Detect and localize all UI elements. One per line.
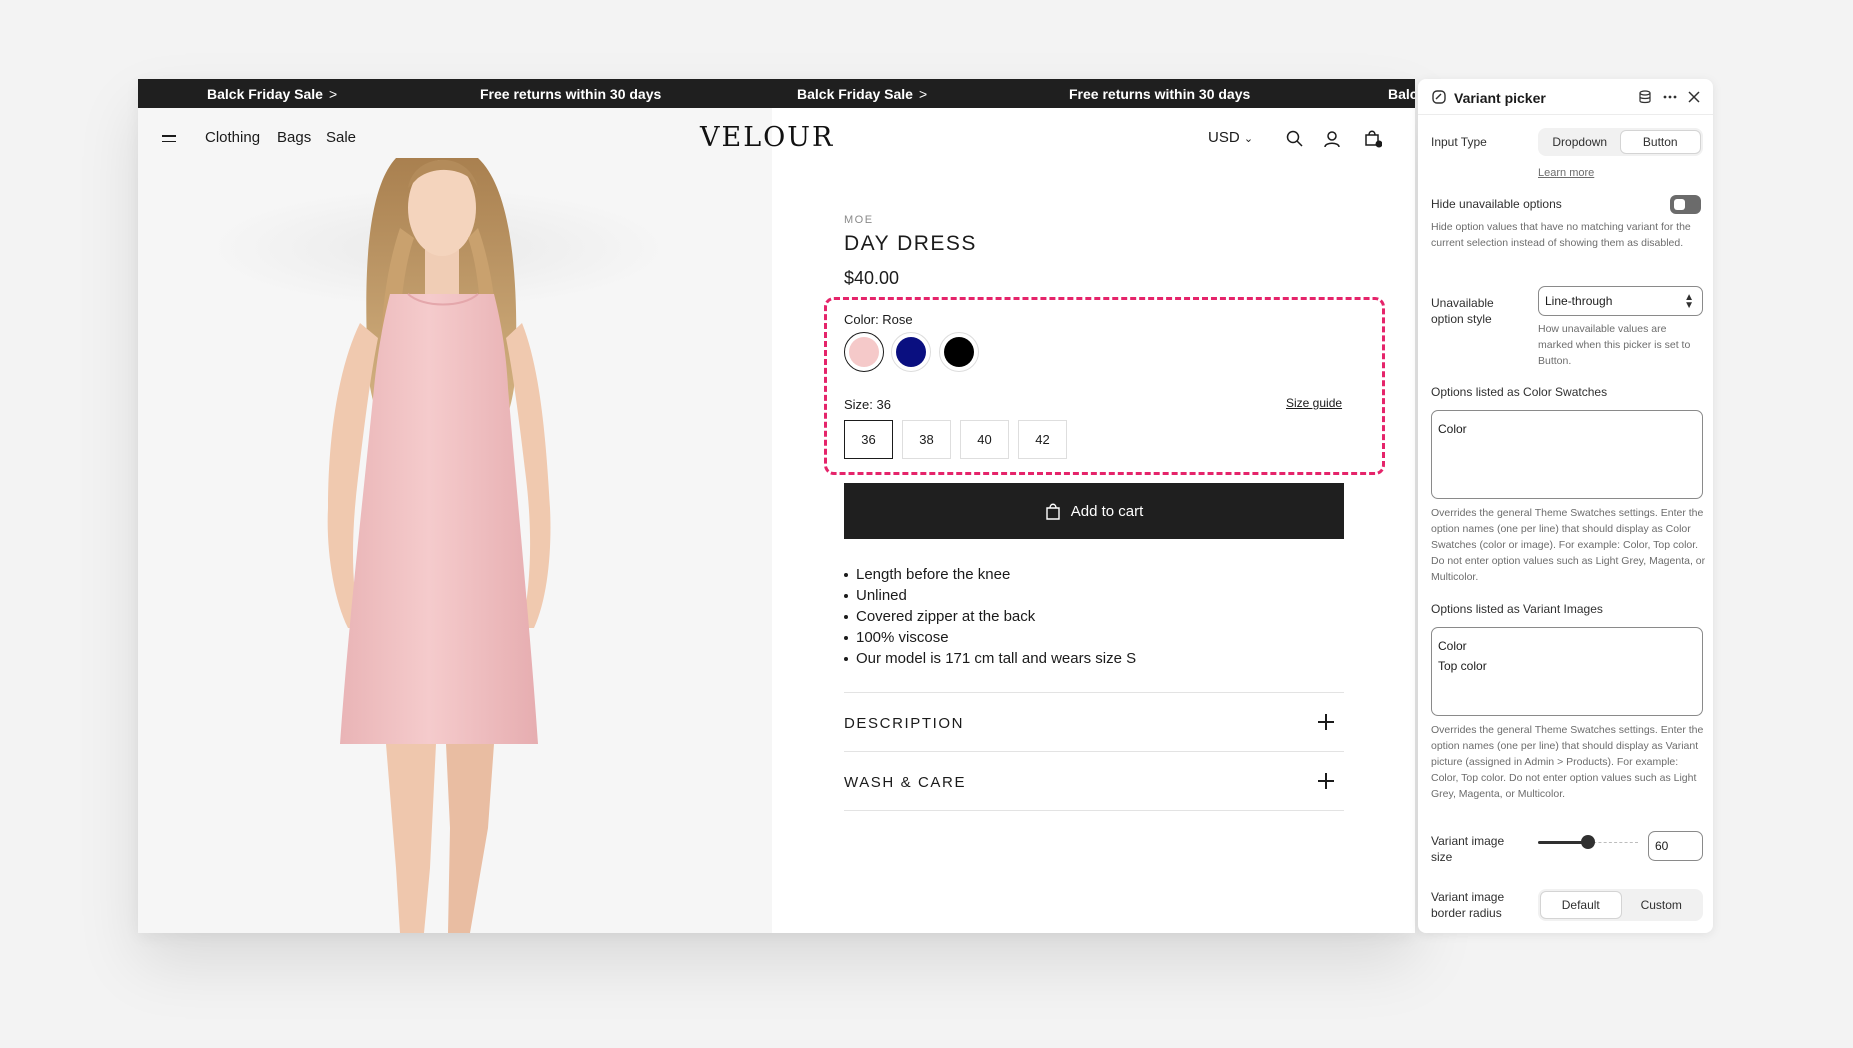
size-guide-link[interactable]: Size guide [1286,396,1342,410]
divider [844,810,1344,811]
unavailable-style-help: How unavailable values are marked when t… [1538,323,1691,367]
input-type-label: Input Type [1431,135,1487,149]
plus-icon [1318,773,1334,789]
color-swatches-label: Options listed as Color Swatches [1431,385,1608,399]
close-icon[interactable] [1686,89,1702,105]
image-size-input[interactable]: 60 [1648,831,1703,861]
menu-icon[interactable] [162,135,176,145]
nav-clothing[interactable]: Clothing [205,129,260,146]
accordion-title: DESCRIPTION [844,715,965,732]
announcement-item[interactable]: Balck Friday Sale > [797,86,927,102]
currency-selector[interactable]: USD ⌄ [1208,129,1253,146]
hide-unavailable-label: Hide unavailable options [1431,197,1562,211]
more-icon[interactable] [1662,89,1678,105]
border-radius-custom[interactable]: Custom [1622,891,1702,919]
input-type-dropdown[interactable]: Dropdown [1540,130,1620,154]
block-icon [1432,90,1446,104]
image-size-slider[interactable] [1538,832,1638,852]
select-arrow-icon: ▲ ▼ [1684,292,1694,311]
accordion-title: WASH & CARE [844,774,967,791]
store-logo[interactable]: VELOUR [700,122,834,153]
storefront-preview: Balck Friday Sale > Free returns within 3… [138,79,1415,933]
product-features: Length before the knee Unlined Covered z… [844,564,1136,669]
unavailable-style-label: Unavailable option style [1431,296,1494,326]
model-photo [208,158,668,933]
product-price: $40.00 [844,268,900,288]
feature-item: Covered zipper at the back [844,606,1136,627]
add-to-cart-label: Add to cart [1070,502,1144,520]
panel-title: Variant picker [1454,90,1546,106]
variant-images-label: Options listed as Variant Images [1431,602,1603,616]
swatch-navy[interactable] [891,332,931,372]
announcement-bar: Balck Friday Sale > Free returns within 3… [138,79,1415,108]
account-icon[interactable] [1322,129,1342,149]
size-38-button[interactable]: 38 [902,420,951,459]
border-radius-label: Variant image border radius [1431,890,1505,920]
variant-picker-panel: Variant picker Input Type Dropdown Butto… [1418,79,1713,933]
input-type-toggle: Dropdown Button [1538,128,1703,156]
size-option-label: Size: 36 [844,397,891,412]
color-swatches-field[interactable]: Color [1431,410,1703,499]
panel-header: Variant picker [1418,79,1713,115]
input-type-button[interactable]: Button [1619,130,1701,154]
border-radius-default[interactable]: Default [1540,891,1622,919]
database-icon[interactable] [1637,89,1653,105]
announcement-item: Balc [1388,86,1415,102]
feature-item: Length before the knee [844,564,1136,585]
feature-item: 100% viscose [844,627,1136,648]
accordion-description[interactable]: DESCRIPTION [844,692,1344,751]
accordion-wash-care[interactable]: WASH & CARE [844,751,1344,810]
swatch-black[interactable] [939,332,979,372]
announcement-item: Free returns within 30 days [480,86,662,102]
learn-more-link[interactable]: Learn more [1538,167,1594,179]
size-42-button[interactable]: 42 [1018,420,1067,459]
nav-sale[interactable]: Sale [326,129,356,146]
product-title: DAY DRESS [844,232,977,255]
color-option-label: Color: Rose [844,312,913,327]
search-icon[interactable] [1285,129,1305,149]
nav-bags[interactable]: Bags [277,129,311,146]
border-radius-toggle: Default Custom [1538,889,1703,921]
hide-unavailable-help: Hide option values that have no matching… [1431,221,1691,249]
add-to-cart-button[interactable]: Add to cart [844,483,1344,539]
feature-item: Unlined [844,585,1136,606]
color-swatches-help: Overrides the general Theme Swatches set… [1431,507,1706,583]
announcement-item: Free returns within 30 days [1069,86,1251,102]
size-36-button[interactable]: 36 [844,420,893,459]
variant-images-help: Overrides the general Theme Swatches set… [1431,724,1704,800]
size-40-button[interactable]: 40 [960,420,1009,459]
unavailable-style-select[interactable]: Line-through ▲ ▼ [1538,286,1703,316]
announcement-item[interactable]: Balck Friday Sale > [207,86,337,102]
product-vendor: MOE [844,214,874,226]
bag-icon [1046,503,1060,520]
product-image[interactable] [138,108,772,933]
image-size-label: Variant image size [1431,834,1505,864]
feature-item: Our model is 171 cm tall and wears size … [844,648,1136,669]
swatch-rose[interactable] [844,332,884,372]
hide-unavailable-toggle[interactable] [1670,195,1701,214]
variant-images-field[interactable]: Color Top color [1431,627,1703,716]
plus-icon [1318,714,1334,730]
cart-icon[interactable] [1362,128,1382,148]
